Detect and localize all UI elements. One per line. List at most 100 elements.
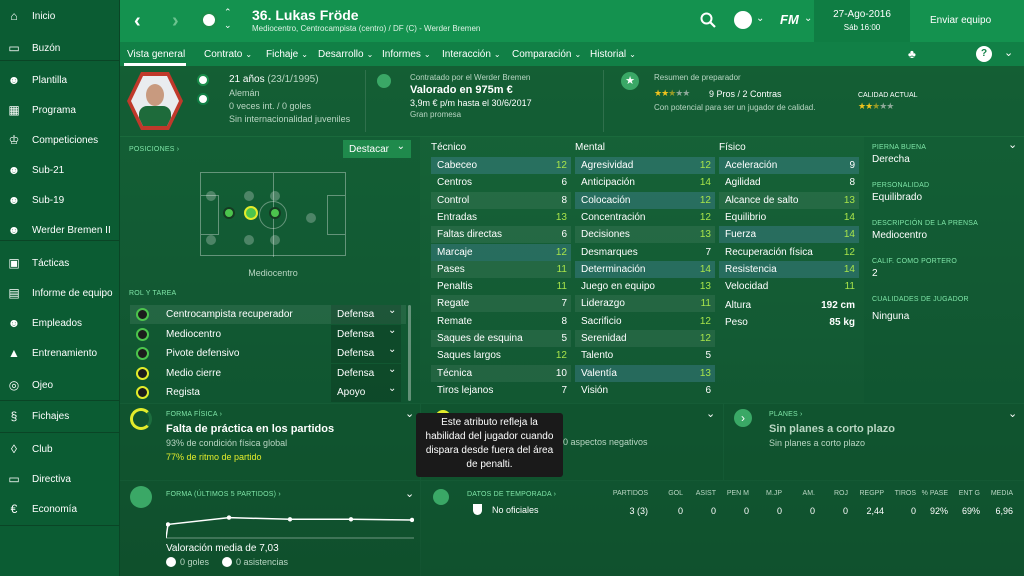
- sidebar-item-empleados[interactable]: ☻ Empleados: [0, 309, 120, 337]
- roles-scrollbar[interactable]: [408, 305, 411, 401]
- sidebar-item-t-cticas[interactable]: ▣ Tácticas: [0, 249, 120, 277]
- attribute-row[interactable]: Marcaje 12: [431, 243, 571, 261]
- tab-contrato[interactable]: Contrato ⌄: [204, 42, 252, 66]
- club-crest-icon[interactable]: [200, 11, 218, 29]
- attribute-row[interactable]: Juego en equipo 13: [575, 278, 715, 295]
- sidebar-item-directiva[interactable]: ▭ Directiva: [0, 465, 120, 493]
- form-rating-point[interactable]: [226, 515, 232, 520]
- role-row[interactable]: Medio cierre Defensa ⌄: [130, 363, 406, 383]
- sidebar-item-programa[interactable]: ▦ Programa: [0, 96, 120, 124]
- attribute-row[interactable]: Colocación 12: [575, 191, 715, 209]
- search-icon[interactable]: [700, 12, 716, 28]
- tab-informes[interactable]: Informes ⌄: [382, 42, 431, 66]
- position-dot[interactable]: [244, 235, 254, 245]
- date-panel[interactable]: [814, 0, 910, 42]
- duty-dropdown[interactable]: Defensa ⌄: [331, 344, 401, 363]
- role-row[interactable]: Pivote defensivo Defensa ⌄: [130, 344, 406, 363]
- attribute-row[interactable]: Decisiones 13: [575, 226, 715, 244]
- attribute-row[interactable]: Serenidad 12: [575, 330, 715, 347]
- attribute-row[interactable]: Recuperación física 12: [719, 244, 859, 261]
- form-header[interactable]: FORMA (ÚLTIMOS 5 PARTIDOS) ›: [166, 491, 281, 498]
- attribute-row[interactable]: Agilidad 8: [719, 174, 859, 191]
- role-row[interactable]: Regista Apoyo ⌄: [130, 383, 406, 402]
- position-dot[interactable]: [270, 191, 280, 201]
- season-header[interactable]: DATOS DE TEMPORADA ›: [467, 491, 556, 498]
- sidebar-item-inicio[interactable]: ⌂ Inicio: [0, 2, 120, 30]
- form-rating-point[interactable]: [348, 517, 354, 522]
- position-mc-marker[interactable]: [244, 206, 258, 220]
- attribute-row[interactable]: Regate 7: [431, 295, 571, 313]
- attribute-row[interactable]: Resistencia 14: [719, 260, 859, 278]
- sidebar-item-competiciones[interactable]: ♔ Competiciones: [0, 126, 120, 154]
- duty-dropdown[interactable]: Defensa ⌄: [331, 305, 401, 324]
- role-row[interactable]: Mediocentro Defensa ⌄: [130, 324, 406, 344]
- chevron-up-icon[interactable]: ⌃: [224, 7, 232, 18]
- tab-historial[interactable]: Historial ⌄: [590, 42, 636, 66]
- attribute-row[interactable]: Velocidad 11: [719, 278, 859, 295]
- forward-button[interactable]: ›: [172, 10, 179, 33]
- sidebar-item-sub-19[interactable]: ☻ Sub-19: [0, 186, 120, 214]
- form-rating-point[interactable]: [409, 517, 414, 523]
- chevron-down-icon[interactable]: ⌄: [224, 20, 232, 31]
- sidebar-item-ojeo[interactable]: ◎ Ojeo: [0, 371, 120, 399]
- attribute-row[interactable]: Equilibrio 14: [719, 209, 859, 226]
- sidebar-item-econom-a[interactable]: € Economía: [0, 495, 120, 523]
- attribute-row[interactable]: Control 8: [431, 191, 571, 209]
- chevron-down-icon[interactable]: ⌄: [1008, 138, 1017, 151]
- help-icon[interactable]: ?: [976, 46, 992, 62]
- chevron-down-icon[interactable]: ⌄: [804, 13, 812, 24]
- attribute-row[interactable]: Liderazgo 11: [575, 295, 715, 313]
- tab-interacci-n[interactable]: Interacción ⌄: [442, 42, 501, 66]
- duty-dropdown[interactable]: Defensa ⌄: [331, 324, 401, 344]
- sidebar-item-entrenamiento[interactable]: ▲ Entrenamiento: [0, 339, 120, 367]
- continue-button[interactable]: Enviar equipo: [930, 15, 991, 26]
- tab-vista-general[interactable]: Vista general: [127, 42, 185, 66]
- position-dot[interactable]: [206, 191, 216, 201]
- chevron-down-icon[interactable]: ⌄: [706, 407, 715, 420]
- position-dot[interactable]: [206, 235, 216, 245]
- attribute-row[interactable]: Pases 11: [431, 260, 571, 278]
- form-rating-point[interactable]: [287, 517, 293, 522]
- attribute-row[interactable]: Cabeceo 12: [431, 157, 571, 174]
- season-column-header[interactable]: MEDIA: [963, 490, 1013, 497]
- attribute-row[interactable]: Agresividad 12: [575, 157, 715, 174]
- attribute-row[interactable]: Centros 6: [431, 174, 571, 191]
- chevron-down-icon[interactable]: ⌄: [1008, 407, 1017, 420]
- attribute-row[interactable]: Penaltis 11: [431, 278, 571, 295]
- attribute-row[interactable]: Determinación 14: [575, 260, 715, 278]
- position-dot[interactable]: [270, 235, 280, 245]
- fm-logo[interactable]: FM: [780, 12, 799, 27]
- role-row[interactable]: Centrocampista recuperador Defensa ⌄: [130, 305, 406, 324]
- attribute-row[interactable]: Anticipación 14: [575, 174, 715, 191]
- attribute-row[interactable]: Visión 6: [575, 382, 715, 399]
- sidebar-item-fichajes[interactable]: § Fichajes: [0, 402, 120, 430]
- sidebar-item-sub-21[interactable]: ☻ Sub-21: [0, 156, 120, 184]
- position-dmc-marker[interactable]: [223, 207, 235, 219]
- duty-dropdown[interactable]: Apoyo ⌄: [331, 383, 401, 402]
- attribute-row[interactable]: Entradas 13: [431, 209, 571, 226]
- attribute-row[interactable]: Tiros lejanos 7: [431, 382, 571, 399]
- form-rating-point[interactable]: [166, 522, 171, 527]
- duty-dropdown[interactable]: Defensa ⌄: [331, 363, 401, 383]
- attribute-row[interactable]: Fuerza 14: [719, 226, 859, 244]
- highlight-dropdown[interactable]: Destacar ⌄: [343, 140, 411, 158]
- back-button[interactable]: ‹: [134, 10, 141, 33]
- attribute-row[interactable]: Concentración 12: [575, 209, 715, 226]
- positions-header[interactable]: POSICIONES ›: [129, 146, 179, 153]
- club-menu-icon[interactable]: ♣: [908, 47, 916, 61]
- attribute-row[interactable]: Alcance de salto 13: [719, 191, 859, 209]
- position-mc-marker[interactable]: [269, 207, 281, 219]
- position-dot[interactable]: [306, 213, 316, 223]
- attribute-row[interactable]: Talento 5: [575, 347, 715, 364]
- plans-header[interactable]: PLANES ›: [769, 411, 803, 418]
- pros-cons[interactable]: 9 Pros / 2 Contras: [709, 89, 782, 99]
- attribute-row[interactable]: Saques largos 12: [431, 347, 571, 364]
- attribute-row[interactable]: Remate 8: [431, 313, 571, 330]
- globe-icon[interactable]: [734, 11, 752, 29]
- attribute-row[interactable]: Faltas directas 6: [431, 226, 571, 244]
- attribute-row[interactable]: Desmarques 7: [575, 244, 715, 261]
- sidebar-item-plantilla[interactable]: ☻ Plantilla: [0, 66, 120, 94]
- tab-comparaci-n[interactable]: Comparación ⌄: [512, 42, 581, 66]
- position-dot[interactable]: [244, 191, 254, 201]
- chevron-down-icon[interactable]: ⌄: [405, 487, 414, 500]
